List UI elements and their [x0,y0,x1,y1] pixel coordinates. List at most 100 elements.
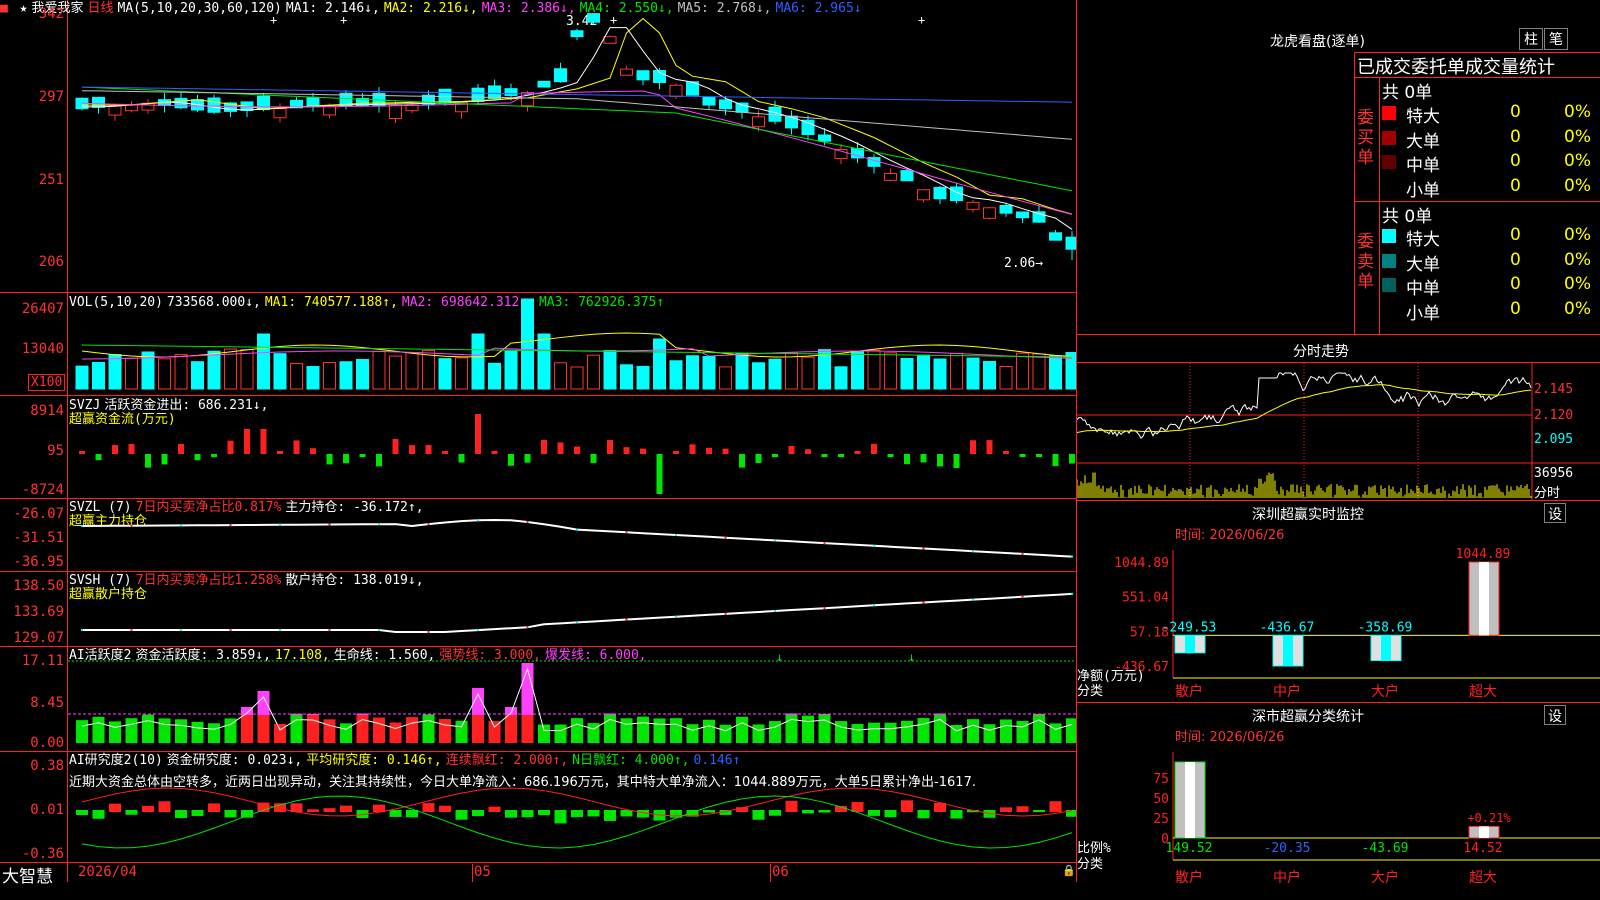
sz-monitor-settings-button[interactable]: 设 [1544,503,1566,523]
svzj-bar [409,445,415,454]
active-bar [653,718,666,743]
volume-bar [851,351,864,390]
research-bar [307,809,319,812]
svzj-bar [376,454,382,467]
volume-bar [768,358,782,390]
svzj-bar [656,454,663,494]
volume-chart[interactable] [68,293,1076,395]
volume-bar [587,354,600,390]
svzj-bar [788,445,795,454]
active-bar [670,718,682,743]
active-bar [488,721,501,743]
research-bar [934,802,946,812]
left-chart-area[interactable]: ■ ★ 我爱我家 日线 MA(5,10,20,30,60,120) MA1: 2.146… [0,0,1077,887]
svzj-bar [178,443,184,454]
svzl-line-tick [1021,552,1024,555]
active-burst-bar [257,691,270,715]
research-bar [175,810,187,819]
sz-class-title: 深市超赢分类统计 [1252,709,1364,725]
research-bar [1033,810,1045,813]
order-percent: 0% [1564,102,1591,122]
order-type-label: 特大 [1406,107,1440,127]
active-bar [554,724,567,743]
szm-y-title: 净额(万元) [1077,669,1145,684]
sz-monitor-bar-chart[interactable]: 1044.89551.0457.18-436.67净额(万元)分类-249.53… [1077,540,1600,702]
candle-body [488,85,501,99]
active-bar [505,715,517,743]
svzj-bar [607,439,613,454]
ai-active-chart[interactable]: ↓ ↓ [68,647,1076,751]
svzj-bar [557,442,564,454]
volume-bar [405,352,419,390]
research-bar [538,810,550,816]
sz-class-settings-button[interactable]: 设 [1544,705,1566,725]
volume-bar [306,366,320,390]
svzj-bar [508,454,514,466]
intraday-volume-unit: 分时 [1534,486,1561,501]
signal-marker: + [918,13,925,27]
svsh-line-tick [81,629,83,631]
volume-bar [702,356,716,390]
candle-body [323,106,336,116]
candle-body [669,84,683,97]
research-bar [455,810,468,820]
order-row: 特大 0 0% [1382,102,1600,127]
szm-x-title: 分类 [1077,684,1103,699]
svzj-axis-label-2: 95 [47,443,64,459]
research-bar [109,803,121,812]
volume-axis-label-1: 26407 [21,301,64,317]
active-burst-bar [290,713,303,715]
research-bar [818,810,831,813]
signal-marker: + [340,13,347,27]
candle-body [818,134,831,142]
active-bar [637,716,649,743]
volume-bar [273,353,287,390]
down-arrow-marker: ↓ [776,650,783,664]
ai-research-chart[interactable] [68,752,1076,862]
order-row: 大单 0 0% [1382,250,1600,275]
active-burst-bar [505,707,517,715]
szc-category-label: 中户 [1273,869,1301,886]
volume-bar [1016,352,1029,390]
research-bar [224,810,237,818]
svzj-bar-chart[interactable] [68,396,1076,498]
research-bar [472,810,484,817]
svsh-line-tick [724,612,727,615]
research-bar [521,810,534,818]
order-type-label: 小单 [1406,303,1440,324]
tick-mode-button[interactable]: 笔 [1544,28,1568,50]
volume-bar [1049,355,1062,390]
order-color-swatch [1382,179,1396,194]
active-bar [455,720,468,743]
candle-body [471,87,485,102]
ai-research-axis-label-3: -0.36 [21,846,64,862]
volume-bar [735,352,749,390]
svsh-line-tick [279,629,281,631]
active-bar [818,715,831,743]
svzj-bar [1069,454,1075,464]
szc-value-label: -43.69 [1362,841,1409,856]
intraday-chart[interactable] [1077,363,1600,500]
research-bar [340,805,352,812]
svzl-line-tick [229,524,232,527]
candlestick-chart[interactable]: + + + + [68,0,1076,292]
svzj-axis-label-1: 8914 [30,403,64,419]
szm-category-label: 超大 [1469,684,1497,700]
active-burst-bar [604,713,616,715]
svzl-line-chart[interactable] [68,499,1076,571]
svzj-bar [574,446,580,454]
szc-value-label: 14.52 [1463,841,1502,856]
order-count: 0 [1510,175,1521,196]
svsh-line-chart[interactable] [68,572,1076,646]
research-bar [769,810,781,816]
bar-mode-button[interactable]: 柱 [1519,28,1543,50]
svzj-bar [739,454,745,468]
volume-bar [92,361,105,390]
volume-bar [207,350,221,390]
lock-icon[interactable]: 🔒 [1062,864,1076,877]
research-bar [323,808,336,812]
research-bar [604,810,616,821]
sz-class-bar-chart[interactable]: 7550250比例%分类149.52散户-20.35中户-43.69大户14.5… [1077,742,1600,900]
svzj-bar [475,414,481,454]
volume-bar [603,350,617,390]
